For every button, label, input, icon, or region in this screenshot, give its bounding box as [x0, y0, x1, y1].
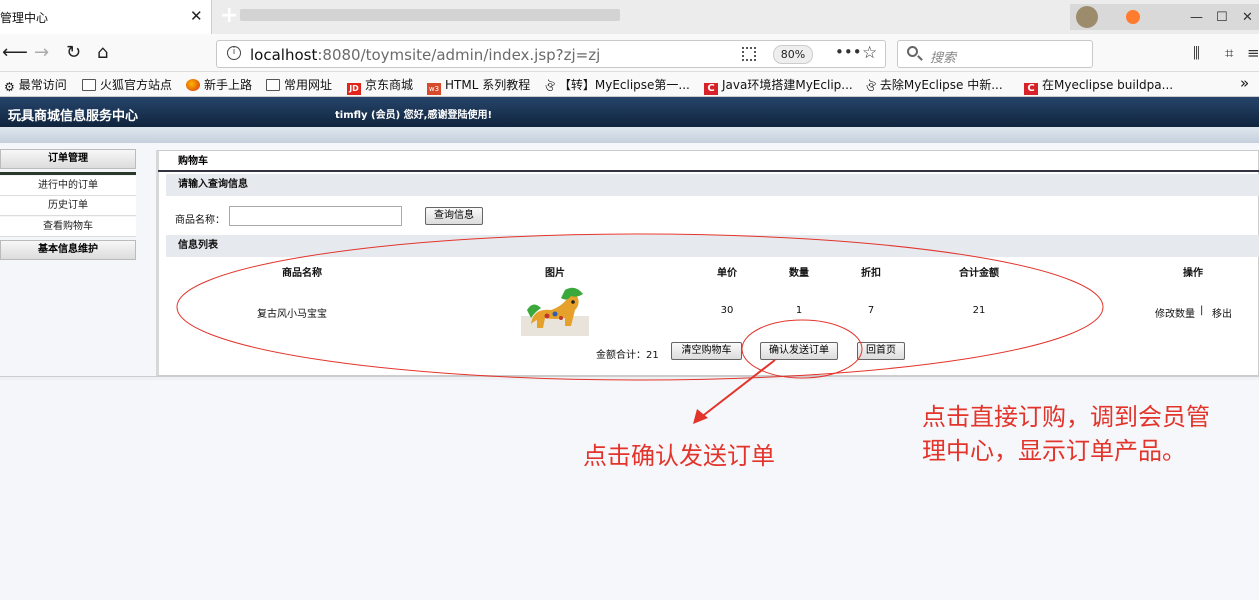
annotation-overlay	[176, 233, 1104, 424]
annotation-ellipse-button	[741, 319, 863, 379]
annotation-arrow-head	[693, 409, 708, 424]
annotation-right-line2: 理中心，显示订单产品。	[922, 437, 1186, 465]
annotation-arrow-line	[699, 359, 776, 419]
annotation-right-line1: 点击直接订购，调到会员管	[922, 403, 1210, 431]
annotation-ellipse-row	[176, 233, 1104, 381]
annotation-click-confirm: 点击确认发送订单	[583, 442, 775, 470]
